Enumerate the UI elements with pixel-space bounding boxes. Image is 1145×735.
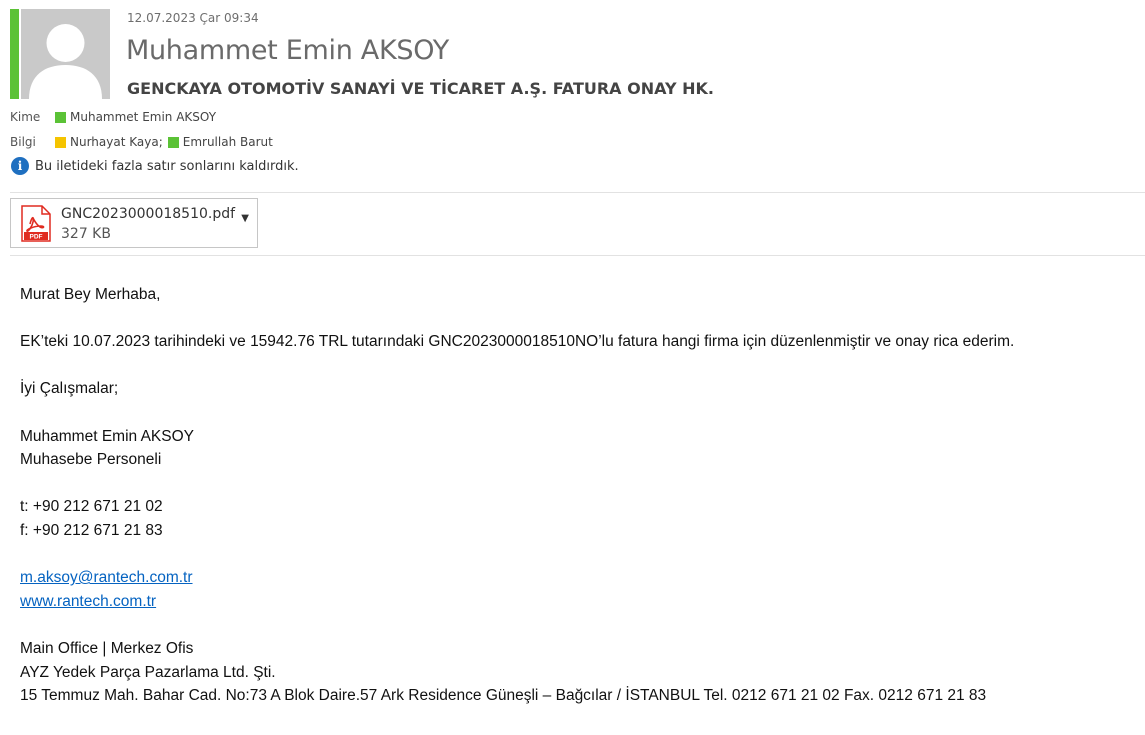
attachment-filename: GNC2023000018510.pdf [61,206,236,222]
cc-row: Bilgi Nurhayat Kaya; Emrullah Barut [10,135,273,149]
recipient-name: Emrullah Barut [182,135,273,149]
greeting: Murat Bey Merhaba, [20,286,161,303]
chevron-down-icon[interactable]: ▼ [241,213,249,224]
signature-fax: f: +90 212 671 21 83 [20,521,163,539]
sender-avatar-container[interactable] [10,9,110,99]
to-label: Kime [10,110,41,124]
signature-title: Muhasebe Personeli [20,451,162,469]
signature-company: AYZ Yedek Parça Pazarlama Ltd. Şti. [20,663,276,681]
message-header: 12.07.2023 Çar 09:34 Muhammet Emin AKSOY… [0,0,1145,192]
divider [10,192,1145,193]
info-message: Bu iletideki fazla satır sonlarını kaldı… [35,158,299,174]
closing: İyi Çalışmalar; [20,380,119,398]
signature-phone: t: +90 212 671 21 02 [20,498,163,516]
presence-square-icon [55,136,66,148]
avatar[interactable] [21,9,110,99]
signature-email-link[interactable]: m.aksoy@rantech.com.tr [20,569,193,586]
cc-label: Bilgi [10,135,36,149]
sender-name[interactable]: Muhammet Emin AKSOY [126,35,449,66]
signature-office: Main Office | Merkez Ofis [20,639,194,657]
signature-name: Muhammet Emin AKSOY [20,427,195,445]
recipient-name: Muhammet Emin AKSOY [70,110,217,124]
info-bar[interactable]: i Bu iletideki fazla satır sonlarını kal… [11,157,299,175]
sent-timestamp: 12.07.2023 Çar 09:34 [127,11,259,25]
to-row: Kime Muhammet Emin AKSOY [10,110,216,124]
recipient-chip[interactable]: Emrullah Barut [167,135,273,149]
person-silhouette-icon [21,9,110,99]
divider [10,255,1145,256]
info-icon: i [11,157,29,175]
recipient-chip[interactable]: Nurhayat Kaya; [55,135,163,149]
signature-website-link[interactable]: www.rantech.com.tr [20,593,156,610]
attachment-size: 327 KB [61,226,111,242]
attachment-card[interactable]: PDF GNC2023000018510.pdf 327 KB ▼ [10,198,258,248]
presence-square-icon [55,111,66,123]
recipient-name: Nurhayat Kaya; [70,135,163,149]
pdf-file-icon: PDF [21,205,51,242]
recipient-chip[interactable]: Muhammet Emin AKSOY [55,110,216,124]
message-body: Murat Bey Merhaba, EK’teki 10.07.2023 ta… [20,283,1130,708]
body-paragraph: EK’teki 10.07.2023 tarihindeki ve 15942.… [20,333,1015,351]
presence-indicator [10,9,19,99]
svg-text:PDF: PDF [30,233,43,240]
presence-square-icon [167,136,179,148]
subject-line: GENCKAYA OTOMOTİV SANAYİ VE TİCARET A.Ş.… [127,79,714,98]
signature-address: 15 Temmuz Mah. Bahar Cad. No:73 A Blok D… [20,687,987,705]
